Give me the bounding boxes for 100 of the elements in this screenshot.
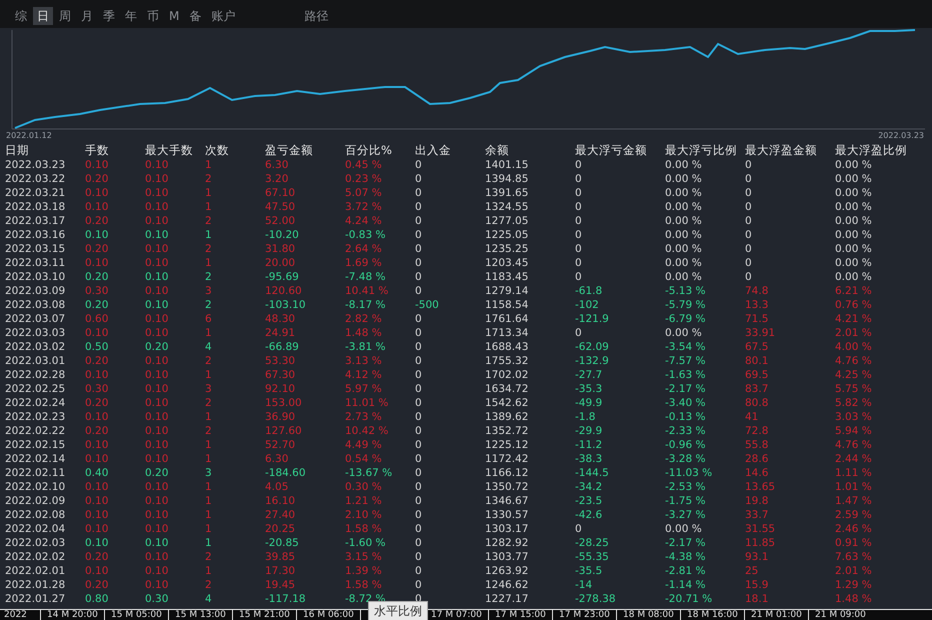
table-cell: 0 bbox=[745, 186, 752, 200]
table-cell: 1 bbox=[205, 452, 212, 466]
time-axis-label: 16 M 06:00 bbox=[296, 610, 360, 620]
table-cell: 18.1 bbox=[745, 592, 768, 606]
table-cell: -4.38 % bbox=[665, 550, 706, 564]
table-cell: 69.5 bbox=[745, 368, 768, 382]
table-cell: 0.20 bbox=[145, 466, 168, 480]
table-cell: 3.03 % bbox=[835, 410, 872, 424]
table-cell: 0.80 bbox=[85, 592, 108, 606]
table-cell: -61.8 bbox=[575, 284, 602, 298]
table-cell: 1346.67 bbox=[485, 494, 528, 508]
date-label: 2022.03.23 bbox=[878, 132, 924, 140]
tab[interactable]: 备 bbox=[185, 7, 206, 25]
tab[interactable]: 账户 bbox=[207, 7, 240, 25]
table-cell: -8.17 % bbox=[345, 298, 386, 312]
table-cell: 1350.72 bbox=[485, 480, 528, 494]
table-cell: 1.58 % bbox=[345, 522, 382, 536]
table-cell: -1.8 bbox=[575, 410, 596, 424]
table-cell: 5.07 % bbox=[345, 186, 382, 200]
table-cell: 1277.05 bbox=[485, 214, 528, 228]
table-cell: 1 bbox=[205, 410, 212, 424]
table-cell: 52.70 bbox=[265, 438, 296, 452]
table-cell: 0.10 bbox=[145, 578, 168, 592]
table-cell: 1634.72 bbox=[485, 382, 528, 396]
table-cell: -102 bbox=[575, 298, 599, 312]
table-cell: 0.10 bbox=[85, 410, 108, 424]
table-cell: 1391.65 bbox=[485, 186, 528, 200]
table-cell: 0.10 bbox=[145, 270, 168, 284]
table-cell: 31.80 bbox=[265, 242, 296, 256]
table-cell: 1.39 % bbox=[345, 564, 382, 578]
tab[interactable]: 月 bbox=[77, 7, 97, 25]
table-cell: 2 bbox=[205, 242, 212, 256]
table-cell: 1 bbox=[205, 564, 212, 578]
tab[interactable]: 周 bbox=[55, 7, 75, 25]
table-cell: 120.60 bbox=[265, 284, 302, 298]
table-cell: 2022.02.14 bbox=[5, 452, 66, 466]
table-cell: 1279.14 bbox=[485, 284, 528, 298]
table-cell: 0.00 % bbox=[835, 186, 872, 200]
table-cell: 1389.62 bbox=[485, 410, 528, 424]
table-cell: 1 bbox=[205, 494, 212, 508]
table-cell: 0.40 bbox=[85, 466, 108, 480]
table-cell: 0.60 bbox=[85, 312, 108, 326]
table-cell: -62.09 bbox=[575, 340, 609, 354]
table-cell: 71.5 bbox=[745, 312, 768, 326]
table-cell: 0.10 bbox=[145, 298, 168, 312]
tab[interactable]: 年 bbox=[121, 7, 141, 25]
table-cell: 0 bbox=[575, 158, 582, 172]
table-cell: 93.1 bbox=[745, 550, 768, 564]
table-cell: -1.14 % bbox=[665, 578, 706, 592]
tab[interactable]: M bbox=[165, 7, 184, 25]
table-cell: 1158.54 bbox=[485, 298, 528, 312]
tab[interactable]: 币 bbox=[143, 7, 163, 25]
tab[interactable]: 日 bbox=[33, 7, 53, 25]
table-cell: 1 bbox=[205, 326, 212, 340]
table-cell: 0 bbox=[575, 172, 582, 186]
table-cell: 0.10 bbox=[145, 452, 168, 466]
table-cell: -28.25 bbox=[575, 536, 609, 550]
table-cell: 24.91 bbox=[265, 326, 296, 340]
table-cell: 2022.03.07 bbox=[5, 312, 66, 326]
table-cell: 3.72 % bbox=[345, 200, 382, 214]
table-cell: 0.10 bbox=[145, 172, 168, 186]
table-cell: 1227.17 bbox=[485, 592, 528, 606]
table-cell: 0.10 bbox=[85, 564, 108, 578]
table-cell: 2022.02.02 bbox=[5, 550, 66, 564]
table-cell: 0.10 bbox=[145, 438, 168, 452]
table-cell: 72.8 bbox=[745, 424, 768, 438]
table-cell: 1 bbox=[205, 536, 212, 550]
table-cell: 0 bbox=[575, 242, 582, 256]
table-cell: 0 bbox=[415, 368, 422, 382]
table-cell: 0 bbox=[415, 536, 422, 550]
table-cell: 4.76 % bbox=[835, 438, 872, 452]
table-cell: 0.00 % bbox=[835, 200, 872, 214]
tab[interactable]: 季 bbox=[99, 7, 119, 25]
path-tab[interactable]: 路径 bbox=[300, 7, 332, 25]
table-cell: -7.57 % bbox=[665, 354, 706, 368]
table-cell: -55.35 bbox=[575, 550, 609, 564]
table-cell: 0.10 bbox=[85, 494, 108, 508]
table-cell: 2022.02.01 bbox=[5, 564, 66, 578]
table-cell: 0 bbox=[415, 172, 422, 186]
tab[interactable]: 综 bbox=[11, 7, 31, 25]
table-cell: 39.85 bbox=[265, 550, 296, 564]
table-cell: 4.76 % bbox=[835, 354, 872, 368]
table-cell: 2022.03.21 bbox=[5, 186, 66, 200]
table-cell: 0.10 bbox=[145, 368, 168, 382]
table-cell: -3.28 % bbox=[665, 452, 706, 466]
column-header: 最大浮亏比例 bbox=[665, 143, 737, 158]
time-axis-label: 15 M 21:00 bbox=[232, 610, 296, 620]
table-cell: 0.00 % bbox=[665, 256, 702, 270]
table-cell: 74.8 bbox=[745, 284, 768, 298]
table-cell: 0 bbox=[415, 214, 422, 228]
table-cell: 4.25 % bbox=[835, 368, 872, 382]
table-cell: 0 bbox=[745, 242, 752, 256]
table-cell: 0.00 % bbox=[665, 200, 702, 214]
table-cell: 92.10 bbox=[265, 382, 296, 396]
table-cell: 2022.02.04 bbox=[5, 522, 66, 536]
table-cell: 55.8 bbox=[745, 438, 768, 452]
table-cell: 20.00 bbox=[265, 256, 296, 270]
table-cell: 1 bbox=[205, 508, 212, 522]
column-header: 最大浮盈比例 bbox=[835, 143, 907, 158]
table-cell: 1.69 % bbox=[345, 256, 382, 270]
